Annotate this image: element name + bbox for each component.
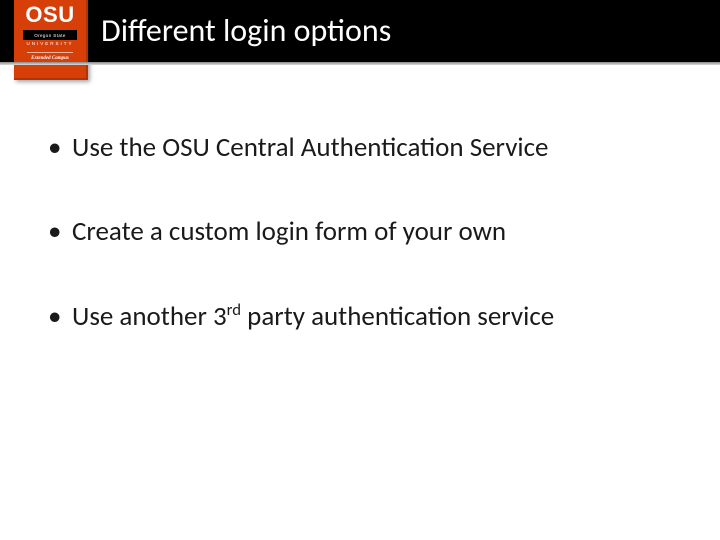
logo-blackbar: Oregon State: [23, 30, 77, 40]
bullet-list: Use the OSU Central Authentication Servi…: [42, 132, 672, 333]
title-underline: [0, 62, 720, 65]
osu-logo: OSU Oregon State UNIVERSITY Extended Cam…: [14, 0, 88, 80]
slide-title: Different login options: [101, 11, 391, 50]
logo-short: OSU: [25, 4, 74, 26]
slide: OSU Oregon State UNIVERSITY Extended Cam…: [0, 0, 720, 540]
bullet-item: Use the OSU Central Authentication Servi…: [42, 132, 672, 164]
title-bar: OSU Oregon State UNIVERSITY Extended Cam…: [0, 0, 720, 62]
bullet-text-sup: rd: [227, 300, 241, 320]
bullet-item: Use another 3rd party authentication ser…: [42, 301, 672, 333]
logo-line2: UNIVERSITY: [26, 41, 73, 46]
logo-sub: Extended Campus: [31, 56, 69, 61]
logo-line1: Oregon State: [34, 33, 66, 38]
logo-divider: [27, 52, 73, 53]
bullet-text-suffix: party authentication service: [241, 300, 554, 333]
bullet-text-prefix: Use another 3: [72, 300, 227, 333]
content-area: Use the OSU Central Authentication Servi…: [42, 132, 672, 385]
bullet-text: Create a custom login form of your own: [72, 215, 506, 248]
bullet-item: Create a custom login form of your own: [42, 216, 672, 248]
bullet-text: Use the OSU Central Authentication Servi…: [72, 131, 548, 164]
